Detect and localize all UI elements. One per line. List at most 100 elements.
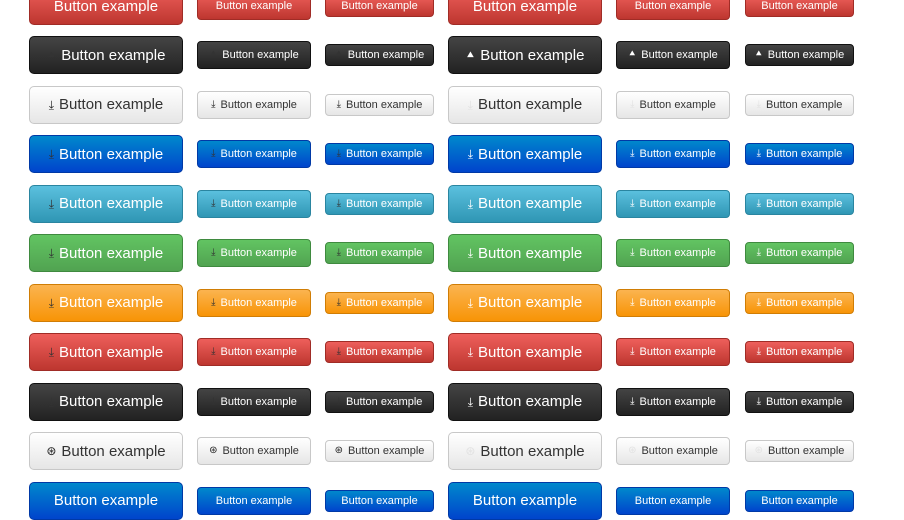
button-example-orange-sm[interactable]: ⤓ Button example <box>745 291 854 314</box>
download-icon: ⤓ <box>48 295 55 310</box>
button-example-red-sm[interactable]: Button example <box>325 0 434 17</box>
download-icon: ⤓ <box>630 296 635 308</box>
button-label: Button example <box>639 197 716 210</box>
button-example-cyan-md[interactable]: ⤓ Button example <box>197 189 311 218</box>
button-example-dark-lg[interactable]: ⯅ Button example <box>448 36 602 75</box>
button-example-dark-md[interactable]: ⯅ Button example <box>197 41 311 70</box>
button-example-red-lg[interactable]: Button example <box>29 0 183 25</box>
button-example-orange-md[interactable]: ⤓ Button example <box>197 288 311 317</box>
button-example-dark-lg[interactable]: ⤓ Button example <box>29 382 183 421</box>
button-example-cyan-sm[interactable]: ⤓ Button example <box>745 192 854 215</box>
button-example-green-sm[interactable]: ⤓ Button example <box>325 242 434 265</box>
button-example-red-md[interactable]: ⤓ Button example <box>616 338 730 367</box>
button-example-dark-sm[interactable]: ⤓ Button example <box>745 390 854 413</box>
button-label: Button example <box>220 98 297 111</box>
button-label: Button example <box>478 195 583 213</box>
button-example-blue-lg[interactable]: ⤓ Button example <box>29 135 183 174</box>
download-icon: ⤓ <box>48 97 55 112</box>
button-example-blue-sm[interactable]: Button example <box>325 489 434 512</box>
button-example-orange-sm[interactable]: ⤓ Button example <box>325 291 434 314</box>
button-label: Button example <box>765 346 843 359</box>
button-example-blue-md[interactable]: ⤓ Button example <box>616 140 730 169</box>
circle-arrow-down-icon: ⊛ <box>209 445 218 457</box>
button-example-light-sm[interactable]: ⊛ Button example <box>325 440 434 463</box>
button-example-red-md[interactable]: Button example <box>616 0 730 20</box>
button-example-blue-md[interactable]: Button example <box>616 486 730 515</box>
button-example-light-md[interactable]: ⤓ Button example <box>616 90 730 119</box>
button-label: Button example <box>59 294 164 312</box>
circle-arrow-down-icon: ⊛ <box>334 445 343 457</box>
button-example-green-lg[interactable]: ⤓ Button example <box>29 234 183 273</box>
button-example-light-sm[interactable]: ⤓ Button example <box>325 93 434 116</box>
button-example-green-lg[interactable]: ⤓ Button example <box>448 234 602 273</box>
button-example-red-sm[interactable]: ⤓ Button example <box>745 341 854 364</box>
download-icon: ⤓ <box>467 345 474 360</box>
button-example-dark-lg[interactable]: ⤓ Button example <box>448 382 602 421</box>
button-example-light-lg[interactable]: ⤓ Button example <box>448 85 602 124</box>
button-example-dark-sm[interactable]: ⤓ Button example <box>325 390 434 413</box>
button-label: Button example <box>345 148 423 161</box>
button-label: Button example <box>341 0 418 12</box>
download-icon: ⤓ <box>630 247 635 259</box>
button-example-red-md[interactable]: Button example <box>197 0 311 20</box>
button-example-cyan-lg[interactable]: ⤓ Button example <box>448 184 602 223</box>
button-example-blue-lg[interactable]: ⤓ Button example <box>448 135 602 174</box>
button-example-dark-sm[interactable]: ⯅ Button example <box>745 44 854 67</box>
button-label: Button example <box>639 98 716 111</box>
download-icon: ⤓ <box>211 148 216 160</box>
button-example-red-sm[interactable]: Button example <box>745 0 854 17</box>
button-example-red-sm[interactable]: ⤓ Button example <box>325 341 434 364</box>
download-icon: ⤓ <box>467 295 474 310</box>
button-example-red-md[interactable]: ⤓ Button example <box>197 338 311 367</box>
button-example-light-md[interactable]: ⤓ Button example <box>197 90 311 119</box>
button-label: Button example <box>345 296 423 309</box>
button-example-orange-md[interactable]: ⤓ Button example <box>616 288 730 317</box>
button-example-cyan-lg[interactable]: ⤓ Button example <box>29 184 183 223</box>
button-example-light-lg[interactable]: ⊛ Button example <box>448 432 602 471</box>
button-example-green-md[interactable]: ⤓ Button example <box>616 239 730 268</box>
button-example-blue-md[interactable]: ⤓ Button example <box>197 140 311 169</box>
button-label: Button example <box>761 494 838 507</box>
button-example-red-lg[interactable]: ⤓ Button example <box>29 333 183 372</box>
button-label: Button example <box>641 445 718 458</box>
button-example-blue-lg[interactable]: Button example <box>448 481 602 520</box>
button-example-light-sm[interactable]: ⤓ Button example <box>745 93 854 116</box>
button-example-cyan-md[interactable]: ⤓ Button example <box>616 189 730 218</box>
button-example-cyan-sm[interactable]: ⤓ Button example <box>325 192 434 215</box>
button-example-light-lg[interactable]: ⤓ Button example <box>29 85 183 124</box>
download-icon: ⤓ <box>630 395 635 407</box>
button-label: Button example <box>220 148 297 161</box>
button-label: Button example <box>761 0 838 12</box>
download-icon: ⤓ <box>756 148 761 160</box>
button-label: Button example <box>478 145 583 163</box>
button-example-light-md[interactable]: ⊛ Button example <box>616 437 730 466</box>
download-icon: ⤓ <box>630 148 635 160</box>
button-example-dark-md[interactable]: ⤓ Button example <box>197 387 311 416</box>
button-example-light-md[interactable]: ⊛ Button example <box>197 437 311 466</box>
button-example-orange-lg[interactable]: ⤓ Button example <box>448 283 602 322</box>
button-example-dark-sm[interactable]: ⯅ Button example <box>325 44 434 67</box>
button-example-blue-sm[interactable]: ⤓ Button example <box>745 143 854 166</box>
download-icon: ⤓ <box>336 148 341 160</box>
circle-arrow-down-icon: ⊛ <box>46 444 57 459</box>
button-label: Button example <box>472 492 578 509</box>
button-example-green-sm[interactable]: ⤓ Button example <box>745 242 854 265</box>
button-example-dark-lg[interactable]: ⯅ Button example <box>29 36 183 75</box>
button-label: Button example <box>345 98 423 111</box>
button-example-green-md[interactable]: ⤓ Button example <box>197 239 311 268</box>
button-example-light-lg[interactable]: ⊛ Button example <box>29 432 183 471</box>
button-example-red-lg[interactable]: Button example <box>448 0 602 25</box>
button-example-dark-md[interactable]: ⯅ Button example <box>616 41 730 70</box>
download-icon: ⤓ <box>756 395 761 407</box>
button-example-blue-sm[interactable]: ⤓ Button example <box>325 143 434 166</box>
button-example-dark-md[interactable]: ⤓ Button example <box>616 387 730 416</box>
button-example-blue-md[interactable]: Button example <box>197 486 311 515</box>
download-icon: ⤓ <box>336 98 341 110</box>
button-example-blue-sm[interactable]: Button example <box>745 489 854 512</box>
button-example-red-lg[interactable]: ⤓ Button example <box>448 333 602 372</box>
button-label: Button example <box>765 197 843 210</box>
button-example-light-sm[interactable]: ⊛ Button example <box>745 440 854 463</box>
button-example-orange-lg[interactable]: ⤓ Button example <box>29 283 183 322</box>
button-example-blue-lg[interactable]: Button example <box>29 481 183 520</box>
button-label: Button example <box>480 46 585 64</box>
